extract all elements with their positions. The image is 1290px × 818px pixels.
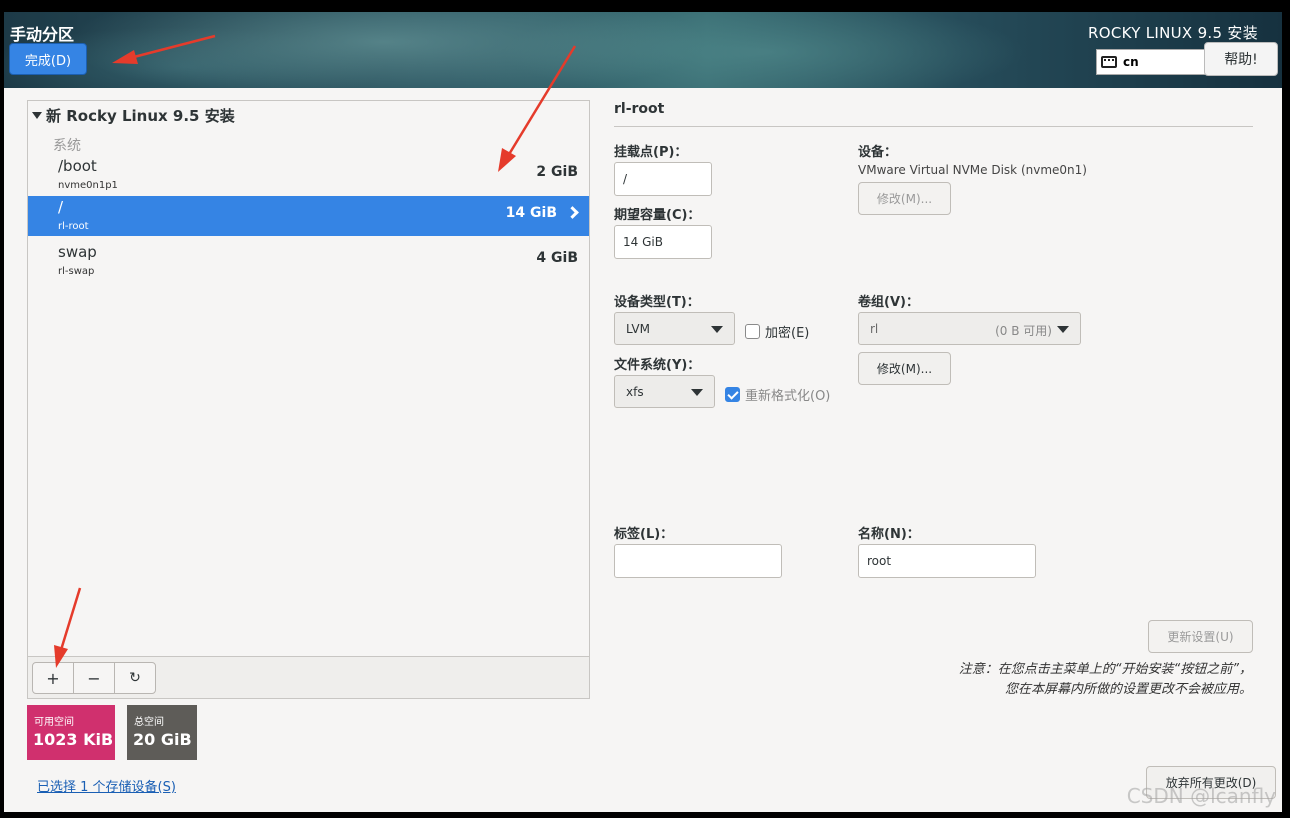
device-type-value: LVM xyxy=(626,321,650,336)
notice-line-1: 注意：在您点击主菜单上的“开始安装“按钮之前”， xyxy=(958,662,1252,677)
volume-group-label: 卷组(V)： xyxy=(858,295,919,310)
remove-partition-button[interactable]: − xyxy=(73,662,115,694)
partition-mount-point: /boot xyxy=(58,157,97,175)
total-space-label: 总空间 xyxy=(134,717,164,728)
partition-size: 4 GiB xyxy=(536,250,578,266)
keyboard-layout-indicator[interactable]: cn xyxy=(1096,49,1206,75)
volume-group-free: (0 B 可用) xyxy=(995,324,1052,338)
add-partition-button[interactable]: + xyxy=(32,662,74,694)
partition-row-boot[interactable]: /boot nvme0n1p1 2 GiB xyxy=(28,155,589,195)
installer-window: 手动分区 完成(D) ROCKY LINUX 9.5 安装 cn 帮助! 新 R… xyxy=(4,12,1282,812)
available-space-value: 1023 KiB xyxy=(33,730,114,749)
keyboard-icon xyxy=(1101,56,1117,68)
partition-device: rl-swap xyxy=(58,266,95,277)
partition-detail-title: rl-root xyxy=(614,101,665,117)
name-label: 名称(N)： xyxy=(858,527,920,542)
reformat-label: 重新格式化(O) xyxy=(745,389,831,404)
filesystem-label: 文件系统(Y)： xyxy=(614,358,701,373)
installation-node-label: 新 Rocky Linux 9.5 安装 xyxy=(46,107,235,125)
partition-device: nvme0n1p1 xyxy=(58,180,118,191)
notice-line-2: 您在本屏幕内所做的设置更改不会被应用。 xyxy=(1004,682,1252,697)
page-title: 手动分区 xyxy=(10,25,75,44)
done-button[interactable]: 完成(D) xyxy=(9,43,87,75)
refresh-button[interactable]: ↻ xyxy=(114,662,156,694)
filesystem-value: xfs xyxy=(626,384,644,399)
reformat-checkbox[interactable]: 重新格式化(O) xyxy=(725,385,830,404)
dropdown-arrow-icon xyxy=(1057,326,1069,333)
plus-icon: + xyxy=(46,668,60,688)
partition-list-panel: 新 Rocky Linux 9.5 安装 系统 /boot nvme0n1p1 … xyxy=(27,100,590,699)
expander-down-icon[interactable] xyxy=(32,112,42,119)
notice-text: 注意：在您点击主菜单上的“开始安装“按钮之前”， 您在本屏幕内所做的设置更改不会… xyxy=(872,660,1252,700)
minus-icon: − xyxy=(87,668,101,688)
csdn-watermark: CSDN @lcanfly xyxy=(1126,784,1276,808)
mount-point-input[interactable]: / xyxy=(614,162,712,196)
group-label-system: 系统 xyxy=(53,138,81,154)
capacity-input[interactable]: 14 GiB xyxy=(614,225,712,259)
volume-group-value: rl xyxy=(870,321,879,336)
partition-row-swap[interactable]: swap rl-swap 4 GiB xyxy=(28,241,589,281)
tag-input[interactable] xyxy=(614,544,782,578)
selected-storage-link[interactable]: 已选择 1 个存储设备(S) xyxy=(37,776,176,795)
installation-node[interactable]: 新 Rocky Linux 9.5 安装 xyxy=(32,105,235,126)
partition-toolbar: + − ↻ xyxy=(28,656,589,698)
partition-row-root[interactable]: / rl-root 14 GiB xyxy=(28,196,589,236)
product-title: ROCKY LINUX 9.5 安装 xyxy=(1088,24,1258,42)
help-button[interactable]: 帮助! xyxy=(1204,42,1278,76)
keyboard-layout-label: cn xyxy=(1123,55,1139,69)
tag-label: 标签(L)： xyxy=(614,527,674,542)
partition-size: 14 GiB xyxy=(505,205,557,221)
encrypt-label: 加密(E) xyxy=(765,326,810,341)
partition-size: 2 GiB xyxy=(536,164,578,180)
header-bar: 手动分区 完成(D) ROCKY LINUX 9.5 安装 cn 帮助! xyxy=(4,12,1282,88)
partition-mount-point: swap xyxy=(58,243,97,261)
capacity-label: 期望容量(C)： xyxy=(614,208,701,223)
available-space-badge: 可用空间 1023 KiB xyxy=(27,705,115,760)
update-settings-button[interactable]: 更新设置(U) xyxy=(1148,620,1253,653)
device-modify-button[interactable]: 修改(M)... xyxy=(858,182,951,215)
total-space-badge: 总空间 20 GiB xyxy=(127,705,197,760)
available-space-label: 可用空间 xyxy=(34,717,74,728)
partition-mount-point: / xyxy=(58,198,64,216)
detail-separator xyxy=(614,126,1253,127)
dropdown-arrow-icon xyxy=(691,389,703,396)
device-type-select[interactable]: LVM xyxy=(614,312,735,345)
filesystem-select[interactable]: xfs xyxy=(614,375,715,408)
device-type-label: 设备类型(T)： xyxy=(614,295,700,310)
encrypt-checkbox[interactable]: 加密(E) xyxy=(745,322,809,341)
mount-point-label: 挂载点(P)： xyxy=(614,145,688,160)
partition-device: rl-root xyxy=(58,221,89,232)
dropdown-arrow-icon xyxy=(711,326,723,333)
checkbox-icon xyxy=(745,324,760,339)
checkbox-checked-icon xyxy=(725,387,740,402)
device-label: 设备： xyxy=(858,145,898,160)
total-space-value: 20 GiB xyxy=(133,730,192,749)
device-value: VMware Virtual NVMe Disk (nvme0n1) xyxy=(858,163,1087,177)
volume-group-modify-button[interactable]: 修改(M)... xyxy=(858,352,951,385)
name-input[interactable]: root xyxy=(858,544,1036,578)
chevron-right-icon xyxy=(566,206,579,219)
volume-group-select[interactable]: rl (0 B 可用) xyxy=(858,312,1081,345)
refresh-icon: ↻ xyxy=(129,670,141,686)
